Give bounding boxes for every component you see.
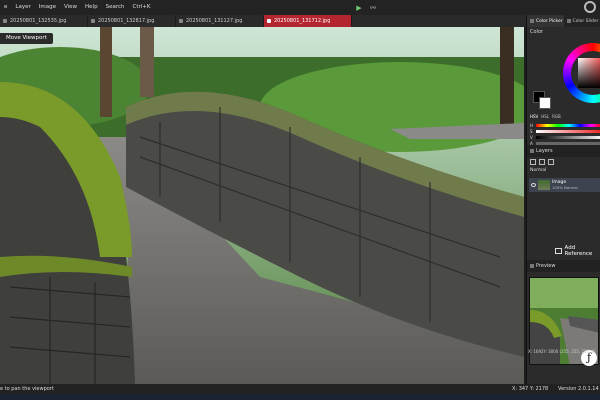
move-viewport-badge: Move Viewport [0, 33, 53, 44]
blend-mode-select[interactable]: Normal [527, 167, 600, 174]
hue-slider[interactable]: H [530, 123, 600, 128]
mode-rgb[interactable]: RGB [552, 114, 561, 119]
saturation-slider[interactable]: S [530, 129, 600, 134]
image-icon [91, 19, 95, 23]
status-hint: e to pan the viewport [0, 386, 54, 392]
tab-label: 20250801_131127.jpg [186, 18, 243, 24]
os-taskbar [0, 394, 600, 400]
color-tabs: Color Picker Color Slider [527, 15, 600, 27]
menu-help[interactable]: Help [81, 0, 102, 15]
status-bar: e to pan the viewport X: 347 Y: 2178 Ver… [0, 384, 600, 394]
layers-title: Layers [536, 148, 553, 154]
search-shortcut: Ctrl+K [132, 4, 151, 10]
layer-thumbnail [538, 180, 550, 190]
document-tabs: 20250801_132535.jpg 20250801_132817.jpg … [0, 15, 527, 27]
secondary-color-swatch[interactable] [539, 97, 551, 109]
color-mode-switch: HSV HSL RGB [530, 114, 561, 119]
layer-item[interactable]: Image 100% Normal [529, 178, 600, 192]
color-picker: HSV HSL RGB H S V A [527, 37, 600, 146]
tab-label: 20250801_131712.jpg [274, 18, 331, 24]
mode-hsv[interactable]: HSV [530, 114, 538, 119]
image-icon [179, 19, 183, 23]
color-slider-icon [566, 19, 571, 23]
value-slider[interactable]: V [530, 135, 600, 140]
layers-header: Layers [527, 145, 600, 157]
delete-layer-icon[interactable] [548, 159, 554, 165]
tab-color-picker[interactable]: Color Picker [527, 15, 564, 27]
preview-header: Preview [527, 260, 600, 272]
tab-label: Color Slider [572, 18, 599, 24]
right-panel: Color Picker Color Slider Color HSV HSL … [526, 15, 600, 385]
menu-layer[interactable]: Layer [11, 0, 34, 15]
layers-icon [530, 149, 534, 153]
preview-status: X: 1692Y: 3000 (255, 255, 255, 0) [528, 349, 596, 354]
canvas-viewport[interactable]: Move Viewport [0, 27, 524, 384]
color-picker-icon [530, 19, 534, 23]
mode-hsl[interactable]: HSL [541, 114, 549, 119]
link-icon[interactable]: ⚯ [366, 2, 380, 14]
menu-image[interactable]: Image [35, 0, 60, 15]
menu-bar: e Layer Image View Help Search Ctrl+K ▶ … [0, 0, 600, 15]
preview-title: Preview [536, 263, 556, 269]
tab-color-slider[interactable]: Color Slider [564, 15, 600, 27]
tab-doc-3[interactable]: 20250801_131127.jpg [176, 15, 264, 27]
layer-toolbar [527, 157, 600, 167]
image-icon [3, 19, 7, 23]
tab-label: Color Picker [536, 18, 563, 24]
cursor-coordinates: X: 347 Y: 2178 [512, 386, 549, 392]
tab-doc-4[interactable]: 20250801_131712.jpg [264, 15, 352, 27]
menu-view[interactable]: View [60, 0, 81, 15]
tab-label: 20250801_132817.jpg [98, 18, 155, 24]
color-section-label: Color [530, 29, 544, 35]
tab-label: 20250801_132535.jpg [10, 18, 67, 24]
hue-wheel-inner [571, 51, 600, 95]
add-reference-button[interactable]: Add Reference [527, 245, 600, 257]
search-menu[interactable]: Search [102, 0, 129, 15]
play-icon[interactable]: ▶ [352, 2, 366, 14]
layer-opacity-mode: 100% Normal [552, 185, 578, 190]
alpha-slider[interactable]: A [530, 141, 600, 146]
app-version: Version 2.0.1.14 [558, 386, 599, 392]
saturation-value-square[interactable] [578, 58, 600, 88]
settings-icon[interactable] [584, 1, 596, 13]
add-reference-label: Add Reference [564, 245, 593, 257]
new-folder-icon[interactable] [539, 159, 545, 165]
photo-canvas [0, 27, 524, 384]
tab-doc-1[interactable]: 20250801_132535.jpg [0, 15, 88, 27]
menu-edit[interactable]: e [0, 0, 11, 15]
tab-doc-2[interactable]: 20250801_132817.jpg [88, 15, 176, 27]
preview-icon [530, 264, 534, 268]
hue-wheel[interactable] [563, 43, 600, 103]
new-layer-icon[interactable] [530, 159, 536, 165]
image-icon [555, 248, 562, 254]
image-icon [267, 19, 271, 23]
visibility-eye-icon[interactable] [531, 183, 536, 187]
